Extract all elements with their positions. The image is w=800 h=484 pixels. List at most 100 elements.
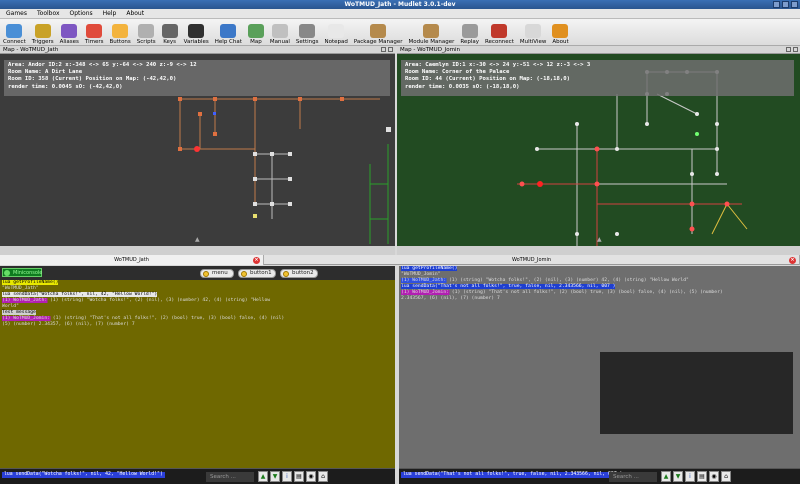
menu-about[interactable]: About bbox=[126, 9, 144, 18]
menu-options[interactable]: Options bbox=[70, 9, 93, 18]
button1[interactable]: button1 bbox=[238, 269, 276, 278]
scroll-down-icon[interactable]: ▼ bbox=[673, 471, 683, 482]
map-right[interactable]: ▲ Area: Caemlyn ID:1 x:-30 <-> 24 y:-51 … bbox=[397, 54, 800, 246]
log-icon[interactable]: ▤ bbox=[697, 471, 707, 482]
toolbar-button-notepad[interactable]: Notepad bbox=[321, 19, 350, 46]
info-icon[interactable]: i bbox=[282, 471, 292, 482]
map-left-area: Area: Andor ID:2 x:-348 <-> 65 y:-64 <->… bbox=[8, 62, 197, 68]
menubar: Games Toolbox Options Help About bbox=[0, 9, 800, 19]
maximize-button[interactable] bbox=[782, 1, 789, 8]
toolbar-button-label: Timers bbox=[84, 39, 104, 45]
splitter-left[interactable] bbox=[0, 246, 395, 255]
close-tab-icon[interactable]: × bbox=[253, 257, 260, 264]
toolbar-button-triggers[interactable]: Triggers bbox=[29, 19, 57, 46]
console-line-text: (1) WoTMUD_Jomin: (1) (string) "That's n… bbox=[401, 290, 723, 295]
toolbar-button-buttons[interactable]: Buttons bbox=[107, 19, 134, 46]
menu-games[interactable]: Games bbox=[6, 9, 27, 18]
toolbar-button-label: Map bbox=[250, 39, 262, 45]
tab-wotmud-jath[interactable]: WoTMUD_Jath × bbox=[0, 255, 264, 265]
menu-help[interactable]: Help bbox=[103, 9, 117, 18]
multiview-icon bbox=[525, 24, 542, 38]
close-tab-icon[interactable]: × bbox=[789, 257, 796, 264]
search-input-right[interactable]: Search ... bbox=[609, 472, 657, 482]
scripts-icon bbox=[138, 24, 155, 38]
toolbar-button-scripts[interactable]: Scripts bbox=[134, 19, 159, 46]
svg-text:▲: ▲ bbox=[597, 236, 602, 243]
main-toolbar: Connect Triggers Aliases Timers Buttons Scrip… bbox=[0, 19, 800, 46]
tab-label: WoTMUD_Jomin bbox=[511, 257, 552, 263]
map-left-header: Map - WoTMUD_Jath bbox=[0, 46, 395, 54]
close-icon[interactable] bbox=[793, 47, 798, 52]
scroll-down-icon[interactable]: ▼ bbox=[270, 471, 280, 482]
button1-label: button1 bbox=[250, 270, 272, 276]
toolbar-button-connect[interactable]: Connect bbox=[0, 19, 29, 46]
toolbar-button-label: Keys bbox=[163, 39, 177, 45]
toolbar-button-help-chat[interactable]: Help Chat bbox=[212, 19, 245, 46]
lock-icon[interactable]: ⌂ bbox=[721, 471, 731, 482]
float-icon[interactable] bbox=[381, 47, 386, 52]
toolbar-button-aliases[interactable]: Aliases bbox=[57, 19, 82, 46]
map-left-render-time: render time: 0.0045 sO: (-42,42,0) bbox=[8, 83, 123, 90]
log-icon[interactable]: ▤ bbox=[294, 471, 304, 482]
lock-icon[interactable]: ⌂ bbox=[318, 471, 328, 482]
close-button[interactable] bbox=[791, 1, 798, 8]
map-right-title: Map - WoTMUD_Jomin bbox=[400, 47, 461, 53]
toolbar-button-settings[interactable]: Settings bbox=[293, 19, 322, 46]
aliases-icon bbox=[61, 24, 78, 38]
command-input-right[interactable]: lua sendData("That's not all folks!", tr… bbox=[401, 472, 625, 478]
module-manager-icon bbox=[423, 24, 440, 38]
toolbar-button-package-manager[interactable]: Package Manager bbox=[351, 19, 406, 46]
toolbar-button-label: Notepad bbox=[324, 39, 348, 45]
emergency-stop-icon[interactable]: ◉ bbox=[709, 471, 719, 482]
map-left[interactable]: ▲ Area: Andor ID:2 x:-348 <-> 65 y:-64 <… bbox=[0, 54, 395, 246]
miniconsole[interactable]: Miniconsole bbox=[2, 268, 42, 277]
svg-text:▲: ▲ bbox=[195, 236, 200, 243]
current-room-marker bbox=[537, 181, 543, 187]
float-icon[interactable] bbox=[786, 47, 791, 52]
console-right-output: lua getProfileName() "WoTMUD_Jomin" (1) Wo… bbox=[399, 266, 800, 302]
toolbar-button-module-manager[interactable]: Module Manager bbox=[406, 19, 458, 46]
notepad-icon bbox=[328, 24, 345, 38]
map-left-title: Map - WoTMUD_Jath bbox=[3, 47, 59, 53]
toolbar-button-keys[interactable]: Keys bbox=[159, 19, 181, 46]
toolbar-button-variables[interactable]: Variables bbox=[181, 19, 212, 46]
smiley-icon bbox=[283, 271, 289, 277]
minimize-button[interactable] bbox=[773, 1, 780, 8]
map-icon bbox=[247, 24, 264, 38]
toolbar-button-label: Module Manager bbox=[408, 39, 455, 45]
console-line-text: lua sendData("Wotcha folks!", nil, 42, "… bbox=[2, 292, 158, 297]
console-line-text: "WoTMUD_Jath" bbox=[2, 286, 39, 291]
toolbar-button-map[interactable]: Map bbox=[245, 19, 267, 46]
button2[interactable]: button2 bbox=[280, 269, 318, 278]
window-titlebar: WoTMUD_Jath - Mudlet 3.0.1-dev bbox=[0, 0, 800, 9]
menu-toolbox[interactable]: Toolbox bbox=[37, 9, 60, 18]
timers-icon bbox=[86, 24, 103, 38]
toolbar-button-replay[interactable]: Replay bbox=[457, 19, 482, 46]
search-input-left[interactable]: Search ... bbox=[206, 472, 254, 482]
emergency-stop-icon[interactable]: ◉ bbox=[306, 471, 316, 482]
console-line-text: Test message bbox=[2, 310, 36, 315]
toolbar-button-manual[interactable]: Manual bbox=[267, 19, 293, 46]
menu-button[interactable]: menu bbox=[200, 269, 234, 278]
toolbar-button-about[interactable]: About bbox=[549, 19, 571, 46]
info-icon[interactable]: i bbox=[685, 471, 695, 482]
window-title: WoTMUD_Jath - Mudlet 3.0.1-dev bbox=[344, 1, 456, 8]
console-line-text: 2.343567, (6) (nil), (7) (number) 7 bbox=[401, 296, 500, 301]
toolbar-button-label: Variables bbox=[183, 39, 209, 45]
scroll-up-icon[interactable]: ▲ bbox=[661, 471, 671, 482]
console-left-widgetbar: Miniconsole menu button1 button2 bbox=[0, 266, 395, 280]
splitter-right[interactable] bbox=[397, 246, 800, 255]
scroll-up-icon[interactable]: ▲ bbox=[258, 471, 268, 482]
toolbar-button-timers[interactable]: Timers bbox=[82, 19, 107, 46]
tab-wotmud-jomin[interactable]: WoTMUD_Jomin × bbox=[264, 255, 800, 265]
help-chat-icon bbox=[220, 24, 237, 38]
command-input-left[interactable]: lua sendData("Wotcha folks!", nil, 42, "… bbox=[2, 472, 165, 478]
map-right-header: Map - WoTMUD_Jomin bbox=[397, 46, 800, 54]
toolbar-button-reconnect[interactable]: Reconnect bbox=[482, 19, 517, 46]
close-icon[interactable] bbox=[388, 47, 393, 52]
connect-icon bbox=[6, 24, 23, 38]
console-line-text: lua sendData("That's not all folks!", tr… bbox=[401, 284, 616, 289]
toolbar-button-multiview[interactable]: MultiView bbox=[517, 19, 550, 46]
console-left[interactable]: lua getProfileName() "WoTMUD_Jath" lua sen… bbox=[0, 266, 395, 468]
smiley-icon bbox=[203, 271, 209, 277]
